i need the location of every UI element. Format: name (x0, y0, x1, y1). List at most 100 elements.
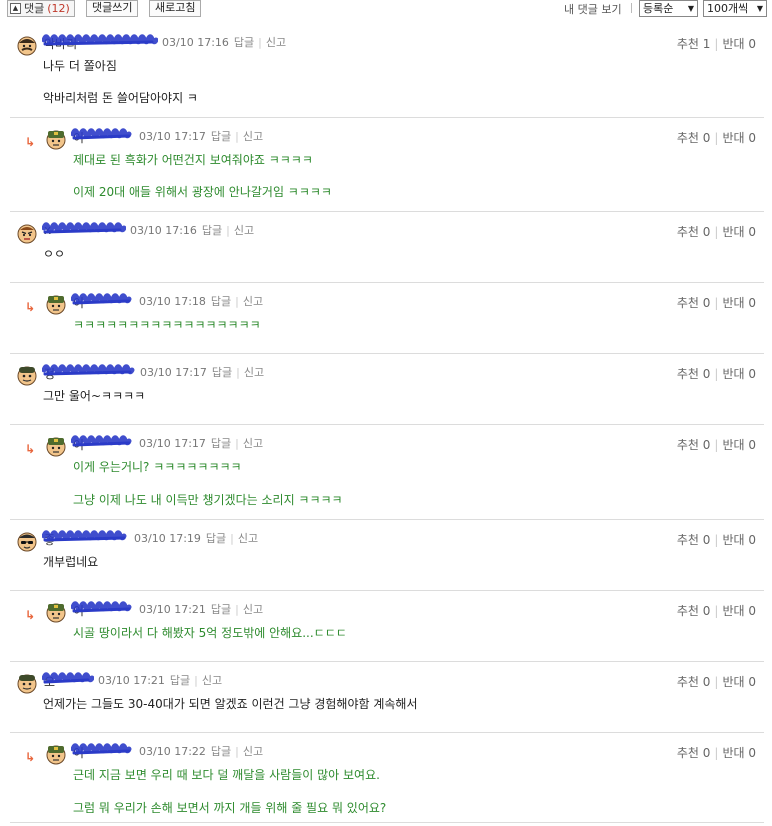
sort-value: 등록순 (643, 2, 674, 15)
report-link[interactable]: 신고 (243, 601, 263, 617)
vote-area: 추천 0 | 반대 0 (677, 531, 756, 548)
author-nickname[interactable]: 이 (71, 743, 133, 760)
oppose-count: 0 (748, 37, 756, 51)
oppose-button[interactable]: 반대 0 (722, 225, 756, 239)
vote-divider: | (714, 533, 719, 547)
vote-area: 추천 0 | 반대 0 (677, 129, 756, 146)
author-nickname[interactable]: x (42, 222, 126, 237)
oppose-button[interactable]: 반대 0 (722, 367, 756, 381)
report-link[interactable]: 신고 (244, 364, 264, 380)
comment-line: 그럼 뭐 우리가 손해 보면서 까지 개들 위해 줄 필요 뭐 있어요? (73, 801, 387, 815)
comment-meta: x 03/10 17:16 답글 | 신고 (42, 222, 254, 238)
reply-link[interactable]: 답글 (211, 601, 231, 617)
reply-link[interactable]: 답글 (234, 34, 254, 50)
comment-line: 언제가는 그들도 30-40대가 되면 알겠죠 이런건 그냥 경험해야함 계속해… (43, 697, 418, 711)
recommend-count: 0 (702, 533, 711, 547)
comment-line: 나두 더 쫄아짐 (43, 59, 117, 73)
write-comment-button[interactable]: 댓글쓰기 (86, 0, 139, 17)
recommend-button[interactable]: 추천 0 (677, 746, 711, 760)
comment-item: 악바리 03/10 17:16 답글 | 신고 추천 1 | 반대 0 나두 더 쫄아짐 악바리처… (10, 24, 764, 118)
oppose-button[interactable]: 반대 0 (722, 604, 756, 618)
report-link[interactable]: 신고 (243, 435, 263, 451)
avatar[interactable] (16, 672, 38, 694)
recommend-button[interactable]: 추천 0 (677, 604, 711, 618)
reply-link[interactable]: 답글 (211, 293, 231, 309)
reply-link[interactable]: 답글 (211, 128, 231, 144)
recommend-button[interactable]: 추천 0 (677, 533, 711, 547)
author-nickname[interactable]: 오 (42, 672, 94, 689)
vote-divider: | (714, 367, 719, 381)
reply-arrow-icon: ↳ (25, 135, 36, 149)
oppose-button[interactable]: 반대 0 (722, 746, 756, 760)
recommend-button[interactable]: 추천 0 (677, 225, 711, 239)
avatar[interactable] (45, 128, 67, 150)
reply-link[interactable]: 답글 (202, 222, 222, 238)
recommend-button[interactable]: 추천 0 (677, 296, 711, 310)
meta-divider: | (194, 673, 198, 687)
my-comments-link[interactable]: 내 댓글 보기 (564, 1, 622, 17)
comment-time: 03/10 17:21 (98, 673, 165, 687)
reply-link[interactable]: 답글 (212, 364, 232, 380)
report-link[interactable]: 신고 (238, 530, 258, 546)
oppose-button[interactable]: 반대 0 (722, 438, 756, 452)
oppose-button[interactable]: 반대 0 (722, 37, 756, 51)
avatar[interactable] (45, 435, 67, 457)
report-link[interactable]: 신고 (202, 672, 222, 688)
meta-divider: | (226, 223, 230, 237)
comment-line: 근데 지금 보면 우리 때 보다 덜 깨달을 사람들이 많아 보여요. (73, 768, 380, 782)
comment-meta: 정 03/10 17:17 답글 | 신고 (42, 364, 264, 381)
author-nickname[interactable]: 이 (71, 601, 133, 618)
reply-link[interactable]: 답글 (206, 530, 226, 546)
recommend-button[interactable]: 추천 0 (677, 675, 711, 689)
comment-item: x 03/10 17:16 답글 | 신고 추천 0 | 반대 0 ㅇㅇ (10, 212, 764, 283)
avatar[interactable] (45, 601, 67, 623)
author-nickname[interactable]: 이 (71, 435, 133, 452)
vote-area: 추천 0 | 반대 0 (677, 294, 756, 311)
avatar[interactable] (45, 293, 67, 315)
author-nickname[interactable]: 악바리 (42, 34, 158, 51)
comment-line: 이게 우는거니? ㅋㅋㅋㅋㅋㅋㅋㅋ (73, 460, 242, 474)
per-page-select[interactable]: 100개씩 ▼ (703, 0, 767, 17)
comment-time: 03/10 17:18 (139, 294, 206, 308)
avatar[interactable] (16, 364, 38, 386)
oppose-button[interactable]: 반대 0 (722, 533, 756, 547)
report-link[interactable]: 신고 (266, 34, 286, 50)
oppose-button[interactable]: 반대 0 (722, 296, 756, 310)
collapse-icon: ▲ (10, 3, 21, 14)
recommend-button[interactable]: 추천 0 (677, 438, 711, 452)
comment-meta: 좋 03/10 17:19 답글 | 신고 (42, 530, 258, 547)
recommend-button[interactable]: 추천 0 (677, 367, 711, 381)
reply-arrow-icon: ↳ (25, 442, 36, 456)
reply-link[interactable]: 답글 (211, 743, 231, 759)
vote-divider: | (714, 675, 719, 689)
avatar[interactable] (45, 743, 67, 765)
vote-area: 추천 0 | 반대 0 (677, 602, 756, 619)
sort-select[interactable]: 등록순 ▼ (639, 0, 698, 17)
comment-meta: 이 03/10 17:17 답글 | 신고 (71, 128, 263, 145)
avatar[interactable] (16, 530, 38, 552)
avatar[interactable] (16, 222, 38, 244)
oppose-count: 0 (748, 367, 756, 381)
recommend-button[interactable]: 추천 0 (677, 131, 711, 145)
avatar[interactable] (16, 34, 38, 56)
report-link[interactable]: 신고 (234, 222, 254, 238)
oppose-button[interactable]: 반대 0 (722, 131, 756, 145)
author-nickname[interactable]: 이 (71, 128, 133, 145)
report-link[interactable]: 신고 (243, 293, 263, 309)
author-nickname[interactable]: 이 (71, 293, 133, 310)
comment-line: 그냥 이제 나도 내 이득만 챙기겠다는 소리지 ㅋㅋㅋㅋ (73, 493, 343, 507)
comment-time: 03/10 17:16 (130, 223, 197, 237)
report-link[interactable]: 신고 (243, 128, 263, 144)
reply-link[interactable]: 답글 (170, 672, 190, 688)
refresh-button[interactable]: 새로고침 (149, 0, 202, 17)
comment-line: ㅋㅋㅋㅋㅋㅋㅋㅋㅋㅋㅋㅋㅋㅋㅋㅋㅋ (73, 318, 261, 332)
author-nickname[interactable]: 정 (42, 364, 135, 381)
author-nickname[interactable]: 좋 (42, 530, 128, 547)
oppose-count: 0 (748, 225, 756, 239)
oppose-button[interactable]: 반대 0 (722, 675, 756, 689)
comments-toggle[interactable]: ▲ 댓글 (12) (7, 0, 75, 17)
reply-link[interactable]: 답글 (211, 435, 231, 451)
comment-time: 03/10 17:19 (134, 531, 201, 545)
recommend-button[interactable]: 추천 1 (677, 37, 711, 51)
report-link[interactable]: 신고 (243, 743, 263, 759)
